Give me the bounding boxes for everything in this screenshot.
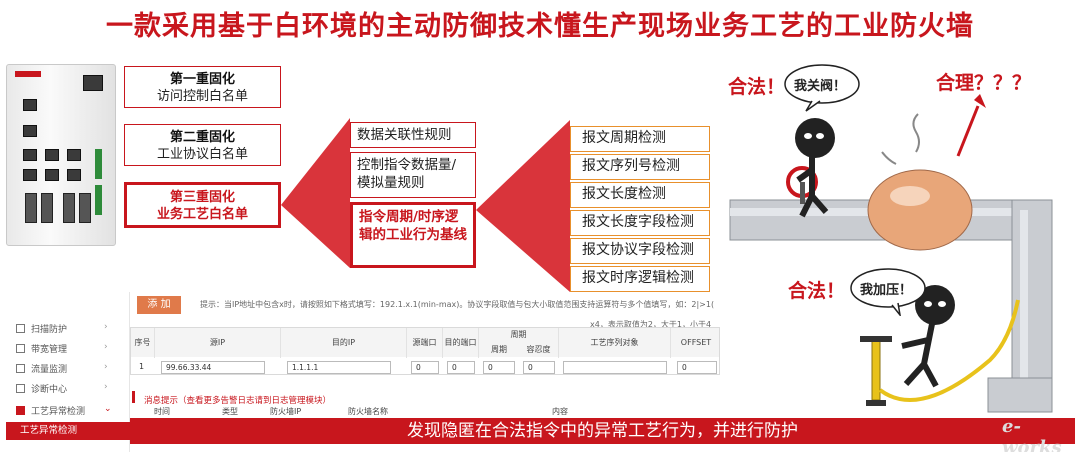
add-button[interactable]: 添 加: [137, 296, 181, 314]
col-period: 周期: [491, 345, 507, 354]
sidebar-item-bandwidth[interactable]: 带宽管理 ›: [16, 342, 108, 355]
col-src-port: 源端口: [407, 328, 443, 358]
check-item: 报文时序逻辑检测: [570, 266, 710, 292]
offset-input[interactable]: 0: [677, 361, 717, 374]
sidebar-item-diagnosis[interactable]: 诊断中心 ›: [16, 382, 108, 395]
rule-behavior-baseline: 指令周期/时序逻辑的工业行为基线: [350, 202, 476, 268]
dst-port-input[interactable]: 0: [447, 361, 475, 374]
sidebar-active-item[interactable]: 工艺异常检测: [6, 422, 130, 440]
sidebar-item-scan[interactable]: 扫描防护 ›: [16, 322, 108, 335]
message-title: 消息提示（查看更多告警日志请到日志管理模块）: [144, 396, 332, 406]
src-ip-input[interactable]: 99.66.33.44: [161, 361, 265, 374]
check-item: 报文协议字段检测: [570, 238, 710, 264]
check-item: 报文长度检测: [570, 182, 710, 208]
check-item: 报文长度字段检测: [570, 210, 710, 236]
process-object-select[interactable]: [563, 361, 667, 374]
col-index: 序号: [131, 328, 155, 358]
diagnosis-icon: [16, 384, 25, 393]
col-offset: OFFSET: [680, 338, 712, 347]
pipeline-cartoon: [729, 94, 1053, 413]
input-hint: 提示：当IP地址中包含x时，请按照如下格式填写：192.1.x.1(min-ma…: [200, 300, 715, 309]
col-process-object: 工艺序列对象: [559, 328, 671, 358]
reasonable-label: 合理？？？: [936, 72, 1032, 94]
summary-banner: 发现隐匿在合法指令中的异常工艺行为，并进行防护: [130, 418, 1075, 444]
check-item: 报文周期检测: [570, 126, 710, 152]
col-dst-port: 目的端口: [443, 328, 479, 358]
tolerance-input[interactable]: 0: [523, 361, 555, 374]
bubble-bottom-text: 我加压！: [860, 283, 913, 298]
col-tolerance: 容忍度: [519, 342, 559, 358]
legal-label-top: 合法！: [728, 76, 786, 98]
sidebar-item-traffic[interactable]: 流量监测 ›: [16, 362, 108, 375]
process-icon: [16, 406, 25, 415]
src-port-input[interactable]: 0: [411, 361, 439, 374]
check-item: 报文序列号检测: [570, 154, 710, 180]
message-header: 时间 类型 防火墙IP 防火墙名称 内容: [154, 407, 568, 416]
col-dst-ip: 目的IP: [281, 328, 407, 358]
period-input[interactable]: 0: [483, 361, 515, 374]
scan-icon: [16, 324, 25, 333]
col-src-ip: 源IP: [155, 328, 281, 358]
brand-logo: e-works: [1002, 416, 1062, 452]
legal-label-bottom: 合法！: [788, 280, 846, 302]
bandwidth-icon: [16, 344, 25, 353]
dst-ip-input[interactable]: 1.1.1.1: [287, 361, 391, 374]
sidebar-item-process[interactable]: 工艺异常检测 ⌄: [16, 404, 112, 417]
traffic-icon: [16, 364, 25, 373]
col-group-period: 周期: [479, 328, 559, 342]
config-screenshot: 扫描防护 › 带宽管理 › 流量监测 › 诊断中心 › 工艺异常检测 ⌄ 工艺异常检测 添…: [0, 292, 720, 452]
bubble-top-text: 我关阀！: [794, 79, 847, 94]
rule-table: 序号 源IP 目的IP 源端口 目的端口 周期 周期 容忍度 工艺序列对象 OF…: [130, 327, 720, 375]
row-index: 1: [139, 362, 145, 371]
rule-data-correlation: 数据关联性规则: [350, 122, 476, 148]
rule-control-volume: 控制指令数据量/模拟量规则: [350, 152, 476, 198]
